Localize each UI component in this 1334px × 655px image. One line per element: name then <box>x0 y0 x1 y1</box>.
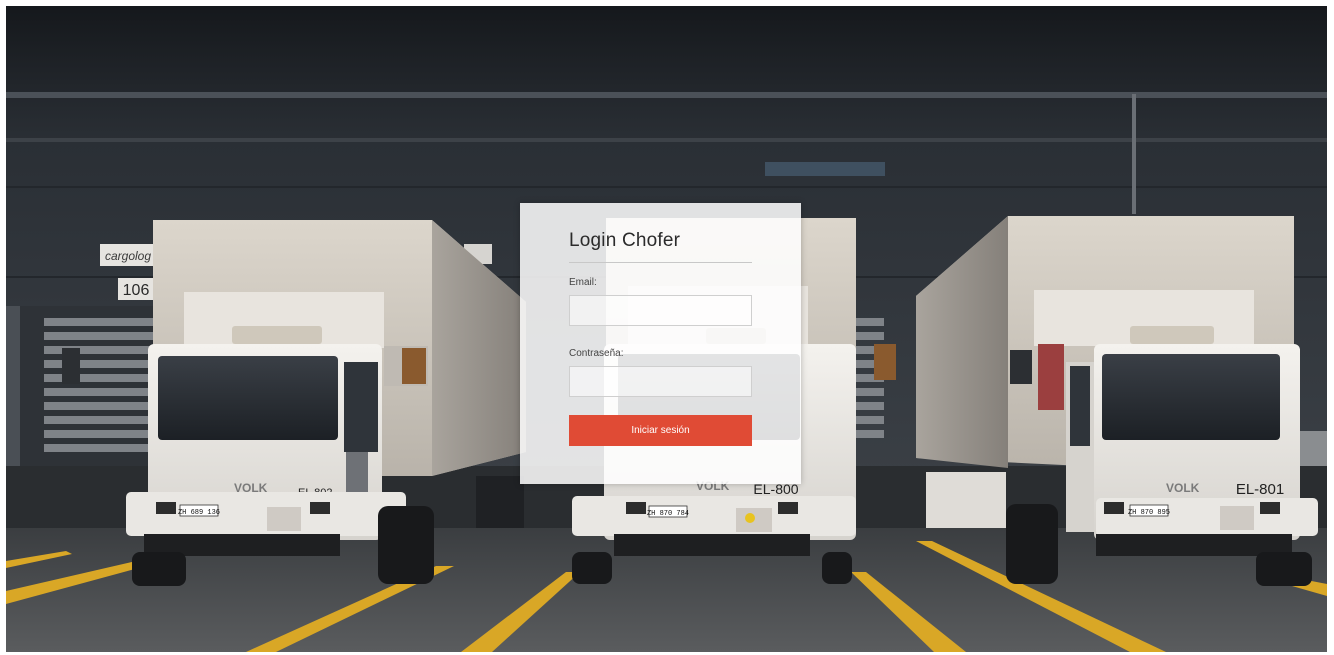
truck-brand: VOLK <box>1166 481 1200 495</box>
login-button[interactable]: Iniciar sesión <box>569 415 752 446</box>
depot-sign: cargolog <box>105 249 151 263</box>
truck-plate: ZH 870 895 <box>1128 509 1170 517</box>
truck-plate: ZH 870 784 <box>647 510 689 518</box>
background-photo: cargolog 106 VOLK EL 802 <box>6 6 1327 652</box>
login-title: Login Chofer <box>569 230 681 251</box>
dock-number: 106 <box>123 282 150 299</box>
truck-plate: ZH 689 136 <box>178 509 220 517</box>
password-field[interactable] <box>569 366 752 397</box>
login-card: Login Chofer Email: Contraseña: Iniciar … <box>520 203 801 484</box>
title-divider <box>569 262 752 263</box>
email-field[interactable] <box>569 295 752 326</box>
truck-unit: EL-801 <box>1236 481 1284 498</box>
email-label: Email: <box>569 277 597 288</box>
password-label: Contraseña: <box>569 348 624 359</box>
